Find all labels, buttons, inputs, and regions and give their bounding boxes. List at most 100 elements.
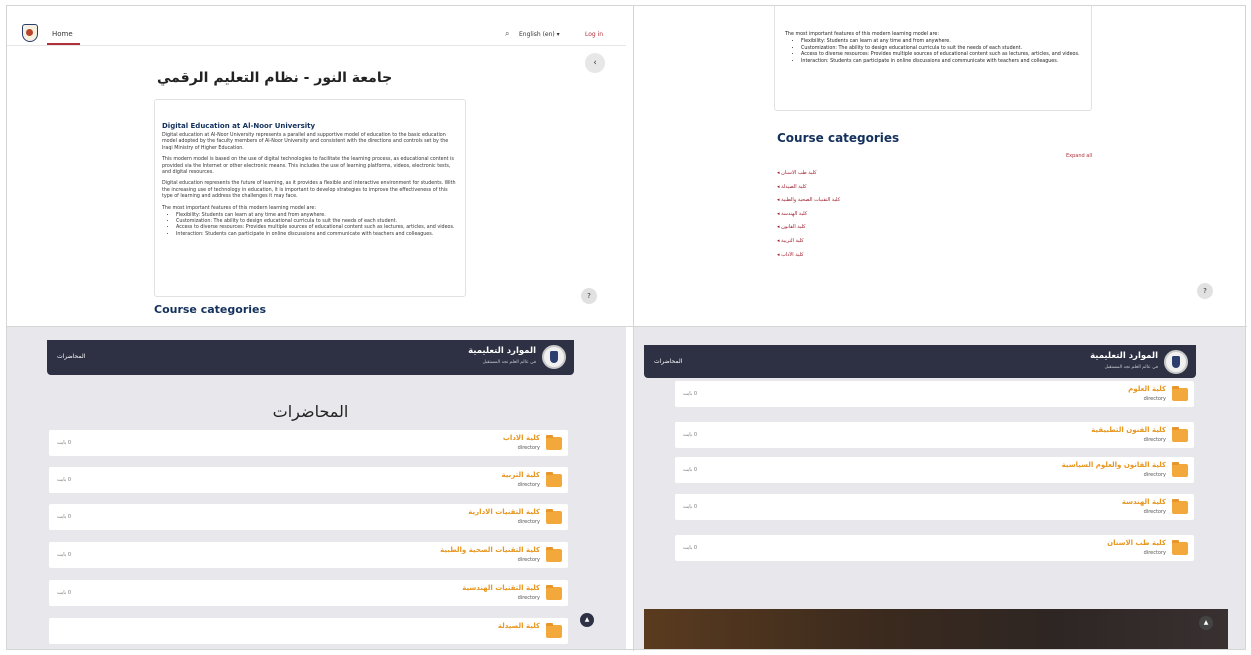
directory-name[interactable]: كلية التقنيات الهندسية (462, 584, 540, 592)
category-item[interactable]: كلية التربية ◂ (777, 235, 840, 249)
top-navbar: Home ⌕ English (en) ▾ Log in (7, 6, 626, 46)
search-icon[interactable]: ⌕ (505, 29, 509, 39)
login-link[interactable]: Log in (585, 31, 603, 38)
directory-name[interactable]: كلية التربية (502, 471, 540, 479)
folder-icon (546, 435, 562, 450)
brand-title: الموارد التعليمية (468, 346, 536, 356)
directory-type: directory (1143, 396, 1166, 402)
directory-name[interactable]: كلية الفنون التطبيقية (1091, 426, 1166, 434)
directory-type: directory (517, 482, 540, 488)
panel-course-categories: The most important features of this mode… (634, 6, 1245, 325)
table-row[interactable]: كلية التربية directory 0 بايت (49, 467, 568, 493)
folder-icon (1172, 427, 1188, 442)
list-item: Flexibility: Students can learn at any t… (801, 39, 1081, 46)
help-button[interactable]: ? (1197, 283, 1213, 299)
directory-size: 0 بايت (57, 440, 71, 446)
features-list: Flexibility: Students can learn at any t… (801, 39, 1081, 65)
panel-lectures-list: الموارد التعليمية في عالم العلم نجد المس… (7, 327, 626, 649)
directory-name[interactable]: كلية الاداب (503, 434, 540, 442)
card-paragraph: The most important features of this mode… (162, 205, 316, 211)
nav-lectures-link[interactable]: المحاضرات (654, 358, 682, 365)
table-row[interactable]: كلية التقنيات الادارية directory 0 بايت (49, 504, 568, 530)
table-row[interactable]: كلية الاداب directory 0 بايت (49, 430, 568, 456)
expand-all-link[interactable]: Expand all (1066, 153, 1092, 159)
directory-name[interactable]: كلية القانون والعلوم السياسية (1062, 461, 1166, 469)
category-item[interactable]: كلية القانون ◂ (777, 221, 840, 235)
course-categories-heading: Course categories (777, 131, 900, 145)
directory-size: 0 بايت (57, 552, 71, 558)
university-logo-icon[interactable] (542, 345, 566, 369)
nav-home-link[interactable]: Home (52, 30, 73, 38)
directory-type: directory (1143, 472, 1166, 478)
language-menu[interactable]: English (en) ▾ (519, 31, 560, 38)
list-item: Interaction: Students can participate in… (176, 232, 458, 238)
panel-lectures-list-scrolled: الموارد التعليمية في عالم العلم نجد المس… (634, 327, 1245, 649)
table-row[interactable]: كلية التقنيات الهندسية directory 0 بايت (49, 580, 568, 606)
table-row[interactable]: كلية طب الاسنان directory 0 بايت (675, 535, 1194, 561)
university-logo-icon[interactable] (1164, 350, 1188, 374)
directory-size: 0 بايت (683, 545, 697, 551)
nav-lectures-link[interactable]: المحاضرات (57, 353, 85, 360)
folder-icon (1172, 462, 1188, 477)
directory-size: 0 بايت (683, 391, 697, 397)
list-item: Access to diverse resources: Provides mu… (801, 52, 1081, 59)
directory-size: 0 بايت (683, 467, 697, 473)
table-row[interactable]: كلية الفنون التطبيقية directory 0 بايت (675, 422, 1194, 448)
directory-type: directory (1143, 437, 1166, 443)
directory-type: directory (1143, 509, 1166, 515)
folder-icon (546, 623, 562, 638)
folder-icon (546, 585, 562, 600)
directory-name[interactable]: كلية التقنيات الادارية (468, 508, 540, 516)
scroll-to-top-button[interactable]: ▲ (580, 613, 594, 627)
table-row[interactable]: كلية الصيدلة (49, 618, 568, 644)
table-row[interactable]: كلية الهندسة directory 0 بايت (675, 494, 1194, 520)
brand-title: الموارد التعليمية (1090, 351, 1158, 361)
category-list: كلية طب الاسنان ◂ كلية الصيدلة ◂ كلية ال… (777, 167, 840, 262)
directory-type: directory (517, 445, 540, 451)
features-intro: The most important features of this mode… (785, 32, 939, 37)
category-item[interactable]: كلية الهندسة ◂ (777, 208, 840, 222)
active-tab-indicator (47, 43, 80, 45)
table-row[interactable]: كلية القانون والعلوم السياسية directory … (675, 457, 1194, 483)
category-item[interactable]: كلية الآداب ◂ (777, 249, 840, 263)
features-card: The most important features of this mode… (774, 6, 1092, 111)
directory-name[interactable]: كلية العلوم (1128, 385, 1166, 393)
category-item[interactable]: كلية طب الاسنان ◂ (777, 167, 840, 181)
features-list: Flexibility: Students can learn at any t… (176, 213, 458, 238)
folder-icon (546, 547, 562, 562)
directory-name[interactable]: كلية التقنيات الصحية والطبية (440, 546, 540, 554)
table-row[interactable]: كلية العلوم directory 0 بايت (675, 381, 1194, 407)
brand-subtitle: في عالم العلم نجد المستقبل (482, 360, 536, 365)
directory-type: directory (517, 557, 540, 563)
card-paragraph: Digital education at Al-Noor University … (162, 133, 449, 151)
page-title: جامعة النور - نظام التعليم الرقمي (157, 70, 393, 86)
category-item[interactable]: كلية التقنيات الصحية والطبية ◂ (777, 194, 840, 208)
footer-banner (644, 609, 1228, 649)
directory-type: directory (1143, 550, 1166, 556)
page-title: المحاضرات (272, 402, 349, 421)
scroll-to-top-button[interactable]: ▲ (1199, 616, 1213, 630)
directory-size: 0 بايت (57, 477, 71, 483)
chevron-left-icon[interactable]: ‹ (585, 53, 605, 73)
help-button[interactable]: ? (581, 288, 597, 304)
category-item[interactable]: كلية الصيدلة ◂ (777, 181, 840, 195)
course-categories-heading: Course categories (154, 303, 267, 316)
card-paragraph: Digital education represents the future … (162, 181, 456, 200)
directory-type: directory (517, 595, 540, 601)
directory-name[interactable]: كلية الهندسة (1122, 498, 1166, 506)
list-item: Interaction: Students can participate in… (801, 59, 1081, 66)
directory-name[interactable]: كلية طب الاسنان (1107, 539, 1166, 547)
folder-icon (546, 472, 562, 487)
resources-header: الموارد التعليمية في عالم العلم نجد المس… (47, 340, 574, 375)
directory-type: directory (517, 519, 540, 525)
university-logo-icon[interactable] (22, 24, 38, 42)
card-heading: Digital Education at Al-Noor University (162, 122, 316, 130)
panel-moodle-home: Home ⌕ English (en) ▾ Log in ‹ جامعة الن… (7, 6, 626, 325)
folder-icon (1172, 386, 1188, 401)
folder-icon (546, 509, 562, 524)
resources-header: الموارد التعليمية في عالم العلم نجد المس… (644, 345, 1196, 378)
table-row[interactable]: كلية التقنيات الصحية والطبية directory 0… (49, 542, 568, 568)
card-paragraph: This modern model is based on the use of… (162, 157, 454, 176)
folder-icon (1172, 540, 1188, 555)
directory-name[interactable]: كلية الصيدلة (498, 622, 540, 630)
